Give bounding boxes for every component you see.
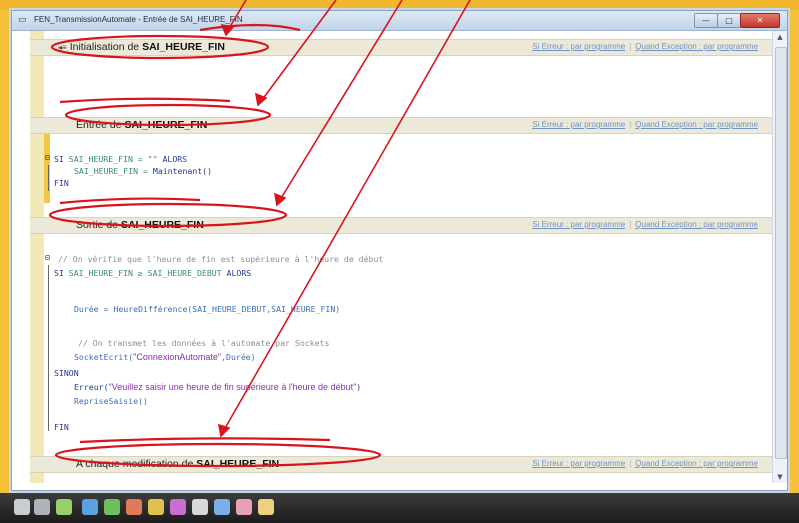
code-line[interactable]: RepriseSaisie() (74, 395, 148, 407)
code-editor-window: ▭ FEN_TransmissionAutomate - Entrée de S… (11, 10, 788, 491)
section-label-prefix: Entrée de (76, 119, 125, 131)
exception-link[interactable]: Quand Exception : par programme (635, 42, 758, 51)
exception-link[interactable]: Quand Exception : par programme (635, 459, 758, 468)
app-icon-12[interactable] (258, 499, 274, 515)
fold-toggle-icon[interactable]: ⊟ (45, 153, 50, 162)
fold-toggle-icon[interactable]: ⊟ (45, 253, 50, 262)
close-button[interactable]: ✕ (740, 13, 780, 28)
app-icon-9[interactable] (192, 499, 208, 515)
code-comment[interactable]: // On vérifie que l'heure de fin est sup… (58, 253, 383, 265)
section-label-name: SAI_HEURE_FIN (142, 41, 225, 53)
section-header-entree[interactable]: Entrée de SAI_HEURE_FIN Si Erreur : par … (30, 117, 772, 134)
title-bar[interactable]: ▭ FEN_TransmissionAutomate - Entrée de S… (12, 11, 787, 31)
app-icon-5[interactable] (104, 499, 120, 515)
section-links: Si Erreur : par programme | Quand Exceptio… (532, 459, 758, 468)
minimize-button[interactable]: — (694, 13, 718, 28)
error-link[interactable]: Si Erreur : par programme (532, 220, 625, 229)
code-line[interactable]: SI SAI_HEURE_FIN ≥ SAI_HEURE_DEBUT ALORS (54, 267, 251, 279)
fold-guide (48, 165, 49, 191)
app-icon-8[interactable] (170, 499, 186, 515)
app-icon-3[interactable] (56, 499, 72, 515)
code-line[interactable]: Erreur("Veuillez saisir une heure de fin… (74, 381, 361, 393)
editor-margin (30, 31, 44, 483)
app-icon-4[interactable] (82, 499, 98, 515)
code-line[interactable]: Durée = HeureDifférence(SAI_HEURE_DEBUT,… (74, 303, 340, 315)
code-line[interactable]: FIN (54, 421, 69, 433)
error-link[interactable]: Si Erreur : par programme (532, 120, 625, 129)
section-label-prefix: A chaque modification de (76, 458, 197, 470)
section-label-prefix: Sortie de (76, 219, 121, 231)
background-band (0, 0, 799, 10)
fold-guide (48, 265, 49, 431)
scroll-down-icon[interactable]: ▼ (773, 471, 787, 483)
app-icon-10[interactable] (214, 499, 230, 515)
error-link[interactable]: Si Erreur : par programme (532, 459, 625, 468)
section-links: Si Erreur : par programme | Quand Exceptio… (532, 120, 758, 129)
maximize-button[interactable]: □ (717, 13, 741, 28)
app-icon-2[interactable] (34, 499, 50, 515)
taskbar (0, 493, 799, 523)
section-label-name: SAI_HEURE_FIN (196, 458, 280, 470)
code-line[interactable]: SAI_HEURE_FIN = Maintenant() (74, 165, 212, 177)
modified-lines-marker (44, 131, 50, 203)
window-title: FEN_TransmissionAutomate - Entrée de SAI… (34, 15, 243, 24)
section-label-name: SAI_HEURE_FIN (120, 219, 204, 231)
scroll-thumb[interactable] (775, 47, 787, 459)
section-label-prefix: Initialisation de (69, 41, 143, 53)
section-links: Si Erreur : par programme | Quand Exceptio… (532, 220, 758, 229)
code-window-icon: ▭ (18, 15, 27, 25)
scroll-up-icon[interactable]: ▲ (773, 31, 787, 43)
section-links: Si Erreur : par programme | Quand Exceptio… (532, 42, 758, 51)
code-line[interactable]: SINON (54, 367, 79, 379)
code-line[interactable]: FIN (54, 177, 69, 189)
app-icon-11[interactable] (236, 499, 252, 515)
app-icon-6[interactable] (126, 499, 142, 515)
section-header-initialisation[interactable]: ◂≡ Initialisation de SAI_HEURE_FIN Si Err… (30, 39, 772, 56)
code-editor-area[interactable]: ◂≡ Initialisation de SAI_HEURE_FIN Si Err… (12, 31, 772, 483)
exception-link[interactable]: Quand Exception : par programme (635, 120, 758, 129)
section-header-sortie[interactable]: Sortie de SAI_HEURE_FIN Si Erreur : par … (30, 217, 772, 234)
exception-link[interactable]: Quand Exception : par programme (635, 220, 758, 229)
section-header-modification[interactable]: A chaque modification de SAI_HEURE_FIN S… (30, 456, 772, 473)
code-line[interactable]: SI SAI_HEURE_FIN = "" ALORS (54, 153, 187, 165)
code-comment[interactable]: // On transmet les données à l'automate … (78, 337, 329, 349)
app-icon-7[interactable] (148, 499, 164, 515)
error-link[interactable]: Si Erreur : par programme (532, 42, 625, 51)
vertical-scrollbar[interactable]: ▲ ▼ (772, 31, 787, 483)
section-label-name: SAI_HEURE_FIN (124, 119, 208, 131)
code-line[interactable]: SocketEcrit("ConnexionAutomate",Durée) (74, 351, 256, 363)
app-icon-1[interactable] (14, 499, 30, 515)
collapse-icon[interactable]: ◂≡ (58, 43, 67, 52)
